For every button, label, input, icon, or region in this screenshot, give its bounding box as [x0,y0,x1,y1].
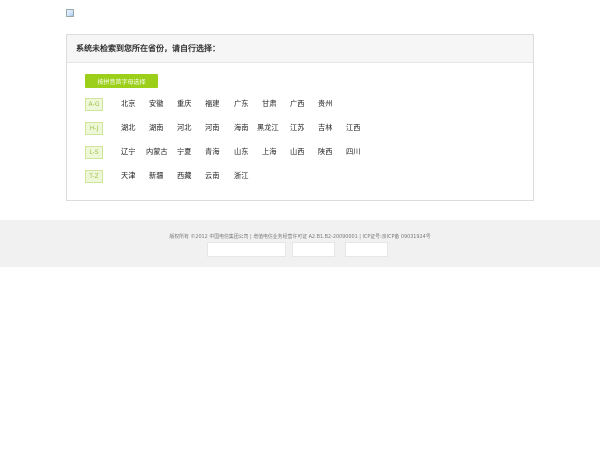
province-link[interactable]: 广东 [234,97,248,111]
province-link[interactable]: 江苏 [290,121,304,135]
province-link[interactable]: 黑龙江 [257,121,279,135]
province-link[interactable]: 西藏 [177,169,191,183]
province-link[interactable]: 宁夏 [177,145,191,159]
province-link[interactable]: 天津 [121,169,135,183]
province-link[interactable]: 河北 [177,121,191,135]
province-link[interactable]: 吉林 [318,121,332,135]
footer-badge-link[interactable] [207,242,286,257]
province-link[interactable]: 甘肃 [262,97,276,111]
province-link[interactable]: 江西 [346,121,360,135]
province-link[interactable]: 新疆 [149,169,163,183]
province-link[interactable]: 上海 [262,145,276,159]
panel-header: 系统未检索到您所在省份，请自行选择： [67,35,533,63]
province-list-l-s: 辽宁 内蒙古 宁夏 青海 山东 上海 山西 陕西 四川 [67,145,533,159]
province-link[interactable]: 内蒙古 [146,145,168,159]
broken-image-icon [66,9,74,17]
province-link[interactable]: 福建 [205,97,219,111]
province-list-t-z: 天津 新疆 西藏 云南 浙江 [67,169,533,183]
province-link[interactable]: 北京 [121,97,135,111]
province-selector-panel: 系统未检索到您所在省份，请自行选择： 按拼音首字母选择 A-G 北京 安徽 重庆… [66,34,534,201]
province-link[interactable]: 湖北 [121,121,135,135]
province-link[interactable]: 海南 [234,121,248,135]
footer-badge-link[interactable] [292,242,335,257]
select-by-pinyin-button[interactable]: 按拼音首字母选择 [85,74,158,88]
province-link[interactable]: 广西 [290,97,304,111]
province-list-h-j: 湖北 湖南 河北 河南 海南 黑龙江 江苏 吉林 江西 [67,121,533,135]
province-link[interactable]: 辽宁 [121,145,135,159]
province-link[interactable]: 陕西 [318,145,332,159]
province-link[interactable]: 山西 [290,145,304,159]
province-list-a-g: 北京 安徽 重庆 福建 广东 甘肃 广西 贵州 [67,97,533,111]
province-link[interactable]: 四川 [346,145,360,159]
province-link[interactable]: 河南 [205,121,219,135]
province-link[interactable]: 湖南 [149,121,163,135]
province-link[interactable]: 安徽 [149,97,163,111]
province-link[interactable]: 贵州 [318,97,332,111]
province-link[interactable]: 青海 [205,145,219,159]
province-link[interactable]: 山东 [234,145,248,159]
footer-badge-link[interactable] [345,242,388,257]
copyright-text: 版权所有 ©2012 中国电信集团公司 | 增值电信业务经营许可证 A2.B1.… [169,234,431,240]
province-link[interactable]: 重庆 [177,97,191,111]
panel-title: 系统未检索到您所在省份，请自行选择： [76,44,220,53]
province-link[interactable]: 浙江 [234,169,248,183]
province-link[interactable]: 云南 [205,169,219,183]
